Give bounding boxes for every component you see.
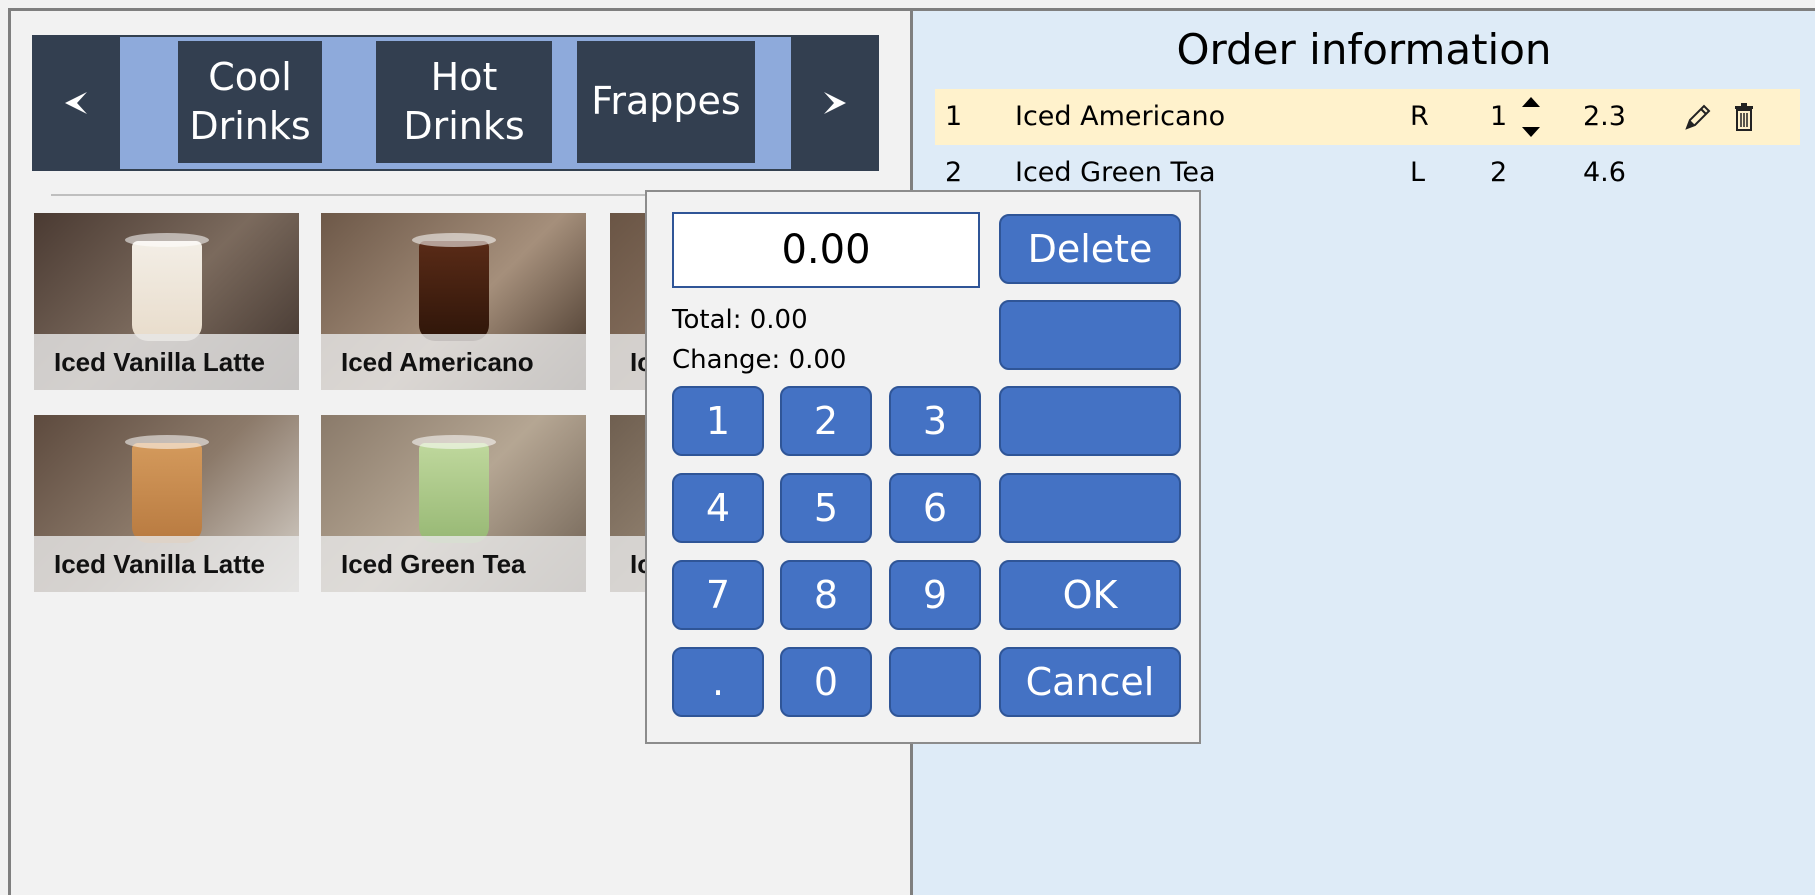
order-row-number: 1	[945, 101, 963, 132]
category-next-button[interactable]	[791, 35, 879, 171]
key-2[interactable]: 2	[780, 386, 872, 456]
category-prev-button[interactable]	[32, 35, 120, 171]
order-row-price: 4.6	[1583, 157, 1626, 188]
chevron-left-icon	[65, 92, 87, 114]
total-text: Total: 0.00	[672, 305, 808, 335]
drink-cup-image	[131, 443, 202, 543]
blank-key[interactable]	[999, 300, 1181, 370]
qty-down-arrow-icon[interactable]	[1522, 127, 1540, 137]
totals-block: Total: 0.00 Change: 0.00	[672, 300, 846, 380]
drink-cup-image	[418, 241, 489, 341]
category-frappes[interactable]: Frappes	[577, 41, 755, 163]
delete-button[interactable]: Delete	[999, 214, 1181, 284]
product-card[interactable]: Iced Vanilla Latte	[34, 415, 299, 592]
product-name: Iced Vanilla Latte	[34, 334, 299, 390]
key-6[interactable]: 6	[889, 473, 981, 543]
change-text: Change: 0.00	[672, 345, 847, 375]
product-name: Iced Vanilla Latte	[34, 536, 299, 592]
key-0[interactable]: 0	[780, 647, 872, 717]
blank-key[interactable]	[999, 386, 1181, 456]
order-row-qty: 1	[1490, 101, 1508, 132]
order-row-size: L	[1410, 157, 1426, 188]
blank-key[interactable]	[999, 473, 1181, 543]
key-3[interactable]: 3	[889, 386, 981, 456]
product-name: Iced Green Tea	[321, 536, 586, 592]
product-card[interactable]: Iced Vanilla Latte	[34, 213, 299, 390]
cup-lid	[124, 435, 209, 449]
product-card[interactable]: Iced Americano	[321, 213, 586, 390]
pencil-icon[interactable]	[1683, 102, 1713, 132]
order-title: Order information	[1176, 25, 1552, 74]
qty-stepper	[1522, 93, 1542, 141]
qty-up-arrow-icon[interactable]	[1522, 97, 1540, 107]
trash-icon[interactable]	[1733, 102, 1755, 132]
cup-lid	[411, 233, 496, 247]
category-hot-drinks[interactable]: Hot Drinks	[376, 41, 552, 163]
order-row-price: 2.3	[1583, 101, 1626, 132]
chevron-right-icon	[824, 92, 846, 114]
key-blank[interactable]	[889, 647, 981, 717]
order-row[interactable]: 1 Iced Americano R 1 2.3	[935, 89, 1800, 145]
cup-lid	[124, 233, 209, 247]
order-row-qty: 2	[1490, 157, 1508, 188]
amount-display[interactable]: 0.00	[672, 212, 980, 288]
key-4[interactable]: 4	[672, 473, 764, 543]
order-row-size: R	[1410, 101, 1429, 132]
category-bar: Cool Drinks Hot Drinks Frappes	[32, 35, 879, 171]
cancel-button[interactable]: Cancel	[999, 647, 1181, 717]
drink-cup-image	[131, 241, 202, 341]
payment-keypad-dialog: 0.00 Total: 0.00 Change: 0.00 Delete OK …	[645, 190, 1201, 744]
key-7[interactable]: 7	[672, 560, 764, 630]
ok-button[interactable]: OK	[999, 560, 1181, 630]
drink-cup-image	[418, 443, 489, 543]
key-9[interactable]: 9	[889, 560, 981, 630]
key-8[interactable]: 8	[780, 560, 872, 630]
product-name: Iced Americano	[321, 334, 586, 390]
cup-lid	[411, 435, 496, 449]
order-row-name: Iced Americano	[1015, 101, 1226, 132]
product-card[interactable]: Iced Green Tea	[321, 415, 586, 592]
key-decimal[interactable]: .	[672, 647, 764, 717]
key-1[interactable]: 1	[672, 386, 764, 456]
category-cool-drinks[interactable]: Cool Drinks	[178, 41, 322, 163]
key-5[interactable]: 5	[780, 473, 872, 543]
